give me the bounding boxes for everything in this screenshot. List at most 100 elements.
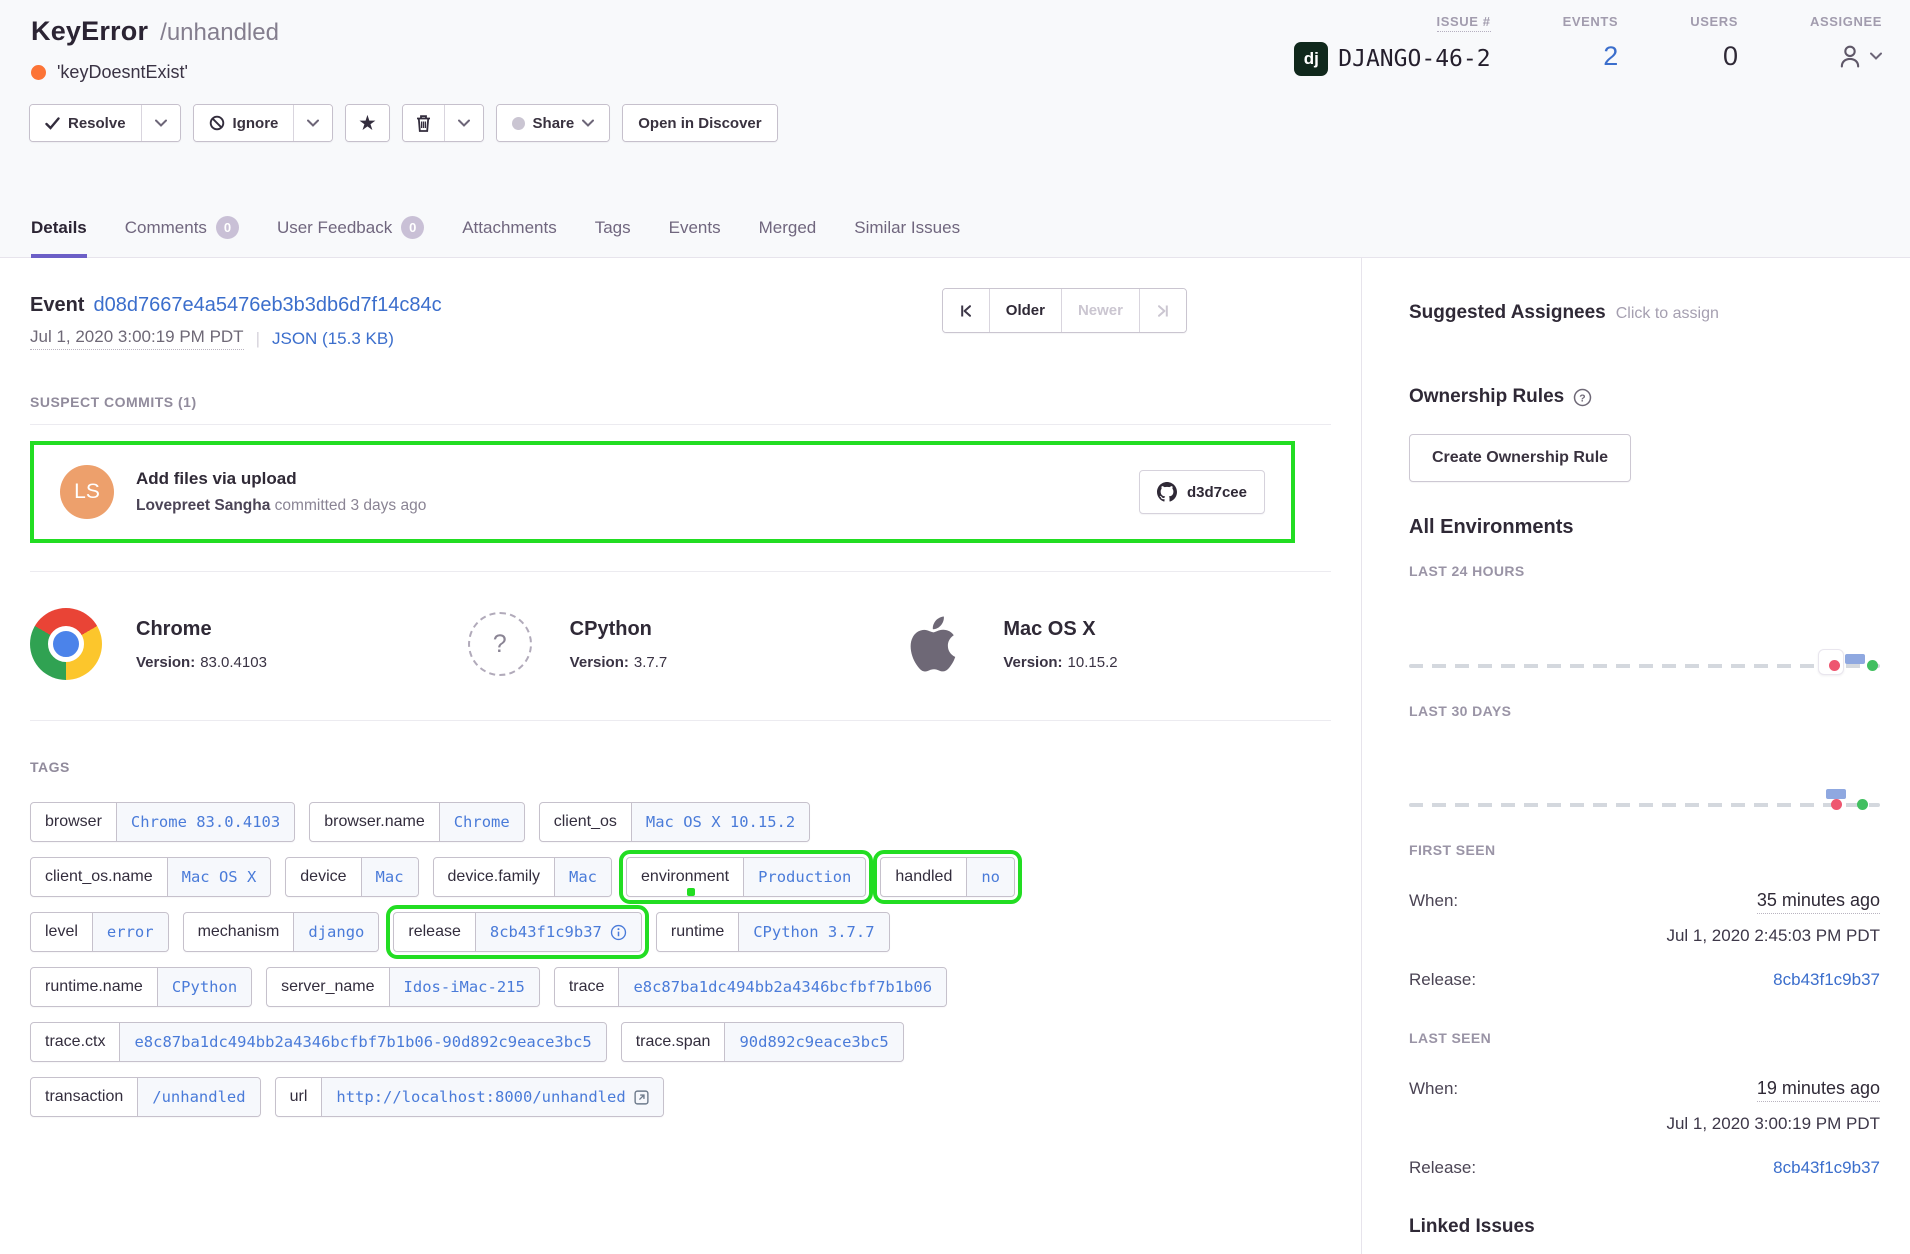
commit-author: Lovepreet Sangha xyxy=(136,497,270,514)
events-count[interactable]: 2 xyxy=(1603,41,1618,72)
event-timestamp: Jul 1, 2020 3:00:19 PM PDT xyxy=(30,327,244,350)
event-contexts-section: Chrome Version:83.0.4103 ? CPython Versi… xyxy=(30,571,1331,721)
last-seen-relative: 19 minutes ago xyxy=(1757,1078,1880,1102)
oldest-event-button[interactable] xyxy=(943,289,989,332)
tag-row: levelerrormechanismdjangorelease8cb43f1c… xyxy=(30,912,1331,952)
stat-events: EVENTS 2 xyxy=(1563,14,1619,77)
event-json-link[interactable]: JSON (15.3 KB) xyxy=(272,329,394,349)
resolve-button[interactable]: Resolve xyxy=(30,105,141,141)
annotation-dot xyxy=(687,888,695,896)
help-question-icon[interactable]: ? xyxy=(1573,388,1592,407)
tag-value-link[interactable]: Mac xyxy=(554,858,611,896)
tag-value-link[interactable]: Mac OS X xyxy=(167,858,271,896)
tag-value-link[interactable]: Idos-iMac-215 xyxy=(389,968,539,1006)
chevron-down-icon xyxy=(1870,52,1882,60)
newer-event-button[interactable]: Newer xyxy=(1061,289,1139,332)
delete-dropdown-button[interactable] xyxy=(444,105,483,141)
tag-key: server_name xyxy=(267,968,388,1006)
tag-pill-device.family: device.familyMac xyxy=(433,857,612,897)
tab-merged[interactable]: Merged xyxy=(759,216,817,258)
first-seen-release-link[interactable]: 8cb43f1c9b37 xyxy=(1773,970,1880,990)
linked-issues-title: Linked Issues xyxy=(1409,1216,1880,1238)
event-pagination: Older Newer xyxy=(942,288,1187,333)
context-os: Mac OS X Version:10.15.2 xyxy=(897,608,1331,680)
comments-count-badge: 0 xyxy=(216,216,239,239)
ignore-button[interactable]: Ignore xyxy=(194,105,294,141)
tag-value-link[interactable]: e8c87ba1dc494bb2a4346bcfbf7b1b06 xyxy=(618,968,946,1006)
tag-value-link[interactable]: e8c87ba1dc494bb2a4346bcfbf7b1b06-90d892c… xyxy=(119,1023,605,1061)
issue-short-id[interactable]: DJANGO-46-2 xyxy=(1338,46,1490,72)
tag-key: mechanism xyxy=(184,913,294,951)
share-status-dot-icon xyxy=(512,117,525,130)
info-icon[interactable] xyxy=(610,924,627,941)
last-seen-release-link[interactable]: 8cb43f1c9b37 xyxy=(1773,1158,1880,1178)
tag-value-link[interactable]: Mac OS X 10.15.2 xyxy=(631,803,809,841)
external-link-icon[interactable] xyxy=(634,1090,649,1105)
tag-value-link[interactable]: Chrome 83.0.4103 xyxy=(116,803,294,841)
tag-value-link[interactable]: error xyxy=(92,913,168,951)
open-in-discover-button[interactable]: Open in Discover xyxy=(623,105,776,141)
tag-pill-level: levelerror xyxy=(30,912,169,952)
tag-value-link[interactable]: 8cb43f1c9b37 xyxy=(475,913,641,951)
bookmark-star-button[interactable]: ★ xyxy=(346,105,388,141)
suspect-commits-section: SUSPECT COMMITS (1) LS Add files via upl… xyxy=(30,394,1331,543)
tag-key: url xyxy=(276,1078,322,1116)
tag-value-link[interactable]: /unhandled xyxy=(137,1078,259,1116)
tag-pill-handled: handledno xyxy=(880,857,1015,897)
tab-tags[interactable]: Tags xyxy=(595,216,631,258)
tag-value-link[interactable]: no xyxy=(966,858,1014,896)
delete-button[interactable] xyxy=(403,105,444,141)
tag-key: runtime xyxy=(657,913,738,951)
share-button[interactable]: Share xyxy=(497,105,610,141)
context-version: Version:10.15.2 xyxy=(1003,654,1117,671)
tags-heading: TAGS xyxy=(30,759,1331,775)
tab-user-feedback[interactable]: User Feedback0 xyxy=(277,216,424,258)
commit-sha-button[interactable]: d3d7cee xyxy=(1139,470,1265,514)
last-seen-marker xyxy=(1867,660,1878,671)
tab-comments[interactable]: Comments0 xyxy=(125,216,239,258)
first-seen-relative: 35 minutes ago xyxy=(1757,890,1880,914)
last-seen-when-row: When: 19 minutes ago xyxy=(1409,1078,1880,1102)
tag-key: client_os.name xyxy=(31,858,167,896)
create-ownership-rule-button[interactable]: Create Ownership Rule xyxy=(1409,434,1631,482)
tag-value-link[interactable]: http://localhost:8000/unhandled xyxy=(321,1078,662,1116)
tag-value-link[interactable]: Production xyxy=(743,858,865,896)
when-label: When: xyxy=(1409,891,1458,911)
assignee-label: ASSIGNEE xyxy=(1810,14,1882,29)
users-count: 0 xyxy=(1723,41,1738,72)
tab-similar-issues[interactable]: Similar Issues xyxy=(854,216,960,258)
tag-key: browser.name xyxy=(310,803,439,841)
github-icon xyxy=(1157,482,1177,502)
latest-event-button[interactable] xyxy=(1139,289,1186,332)
context-version: Version:3.7.7 xyxy=(570,654,668,671)
context-name: Chrome xyxy=(136,618,267,641)
separator: | xyxy=(256,329,260,349)
tag-value-link[interactable]: django xyxy=(293,913,378,951)
tag-pill-environment: environmentProduction xyxy=(626,857,866,897)
first-seen-when-row: When: 35 minutes ago xyxy=(1409,890,1880,914)
tag-value-link[interactable]: CPython 3.7.7 xyxy=(738,913,888,951)
tag-value-link[interactable]: Chrome xyxy=(439,803,524,841)
older-event-button[interactable]: Older xyxy=(989,289,1061,332)
tag-pill-client_os: client_osMac OS X 10.15.2 xyxy=(539,802,810,842)
tag-value-link[interactable]: Mac xyxy=(361,858,418,896)
users-label: USERS xyxy=(1690,14,1738,29)
assignee-dropdown[interactable] xyxy=(1836,38,1882,74)
event-id-link[interactable]: d08d7667e4a5476eb3b3db6d7f14c84c xyxy=(93,294,441,317)
suspect-commits-heading: SUSPECT COMMITS (1) xyxy=(30,394,1331,410)
tag-row: client_os.nameMac OS XdeviceMacdevice.fa… xyxy=(30,857,1331,897)
page-subtitle: /unhandled xyxy=(160,19,279,47)
tag-value-link[interactable]: CPython xyxy=(157,968,251,1006)
django-project-icon: dj xyxy=(1294,42,1328,76)
resolve-dropdown-button[interactable] xyxy=(141,105,180,141)
tab-details[interactable]: Details xyxy=(31,216,87,258)
chevron-down-icon xyxy=(155,119,167,127)
tag-value-link[interactable]: 90d892c9eace3bc5 xyxy=(724,1023,902,1061)
tab-attachments[interactable]: Attachments xyxy=(462,216,557,258)
chrome-icon xyxy=(30,608,102,680)
tab-events[interactable]: Events xyxy=(669,216,721,258)
events-label: EVENTS xyxy=(1563,14,1619,29)
issue-message-row: 'keyDoesntExist' xyxy=(31,62,188,83)
ignore-dropdown-button[interactable] xyxy=(293,105,332,141)
tag-pill-trace.ctx: trace.ctxe8c87ba1dc494bb2a4346bcfbf7b1b0… xyxy=(30,1022,607,1062)
